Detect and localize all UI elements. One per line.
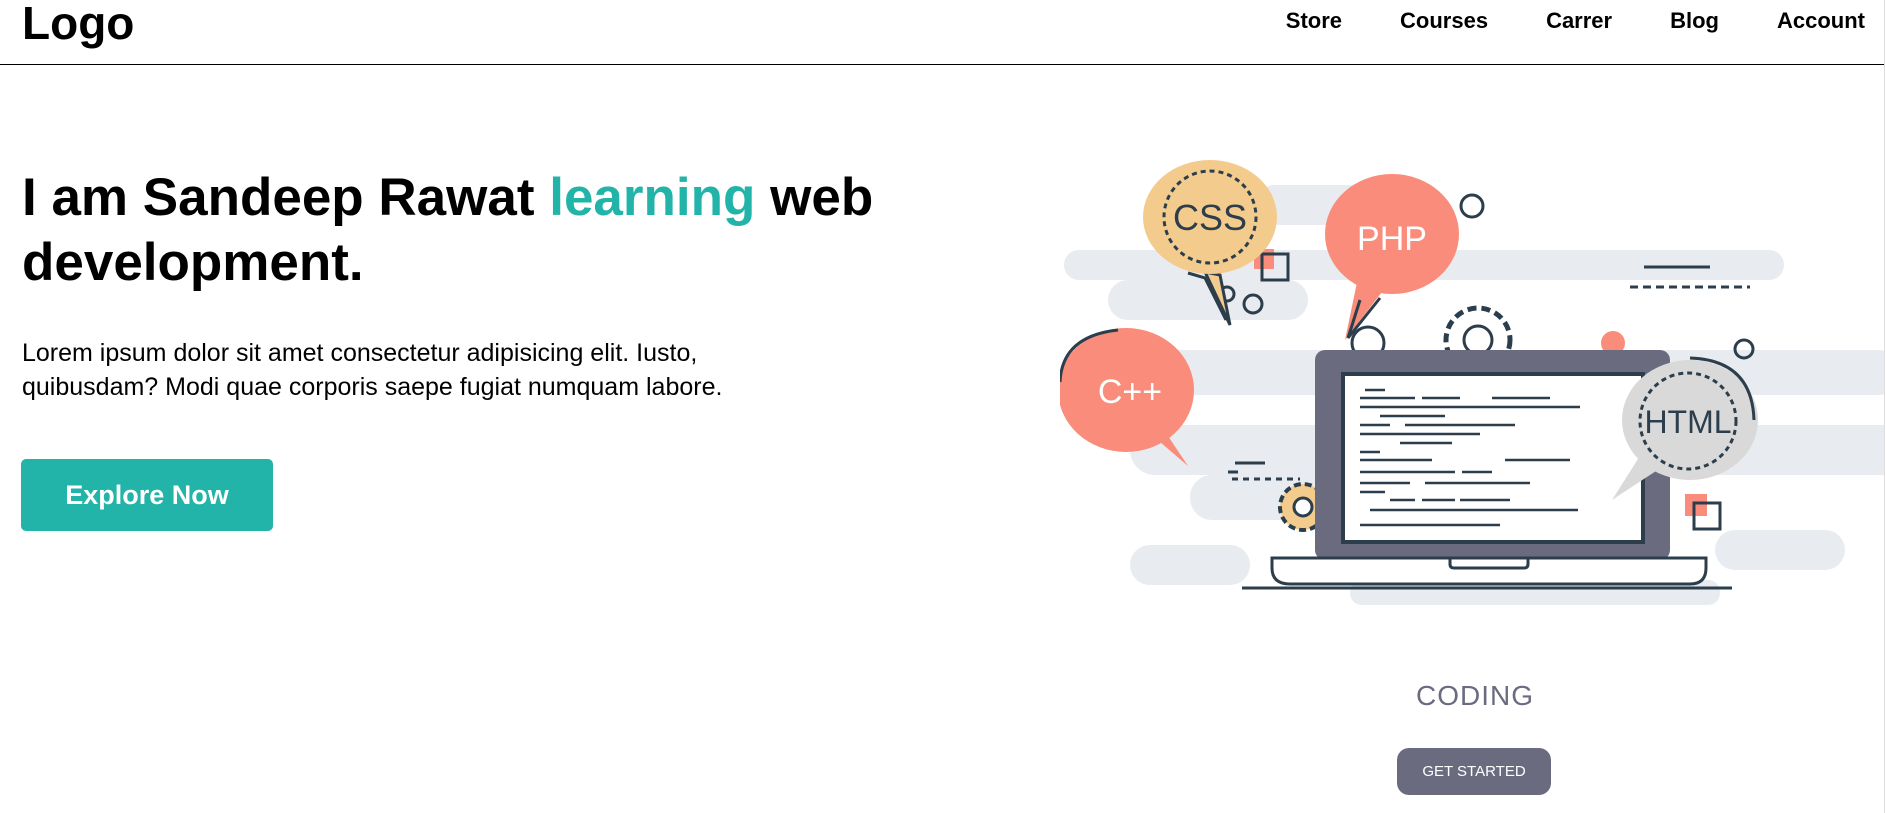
explore-now-button[interactable]: Explore Now [21, 459, 273, 531]
nav-link-courses[interactable]: Courses [1400, 6, 1488, 36]
coding-illustration: CSS PHP C++ HTML [1060, 160, 1885, 605]
nav-link-store[interactable]: Store [1286, 6, 1342, 36]
php-bubble: PHP [1325, 174, 1459, 340]
hero-description: Lorem ipsum dolor sit amet consectetur a… [22, 339, 723, 401]
nav-link-carrer[interactable]: Carrer [1546, 6, 1612, 36]
coding-label: CODING [1416, 680, 1534, 711]
cpp-bubble: C++ [1060, 328, 1194, 466]
get-started-button[interactable]: GET STARTED [1397, 748, 1551, 795]
hero-title-accent: learning [549, 168, 756, 227]
hero-title: I am Sandeep Rawat learning web developm… [22, 165, 982, 295]
bubble-html-text: HTML [1644, 404, 1731, 440]
hero-title-start: I am Sandeep Rawat [22, 168, 550, 227]
logo[interactable]: Logo [22, 0, 134, 46]
bubble-css-text: CSS [1173, 197, 1247, 238]
bubble-php-text: PHP [1357, 220, 1427, 258]
nav-links: Store Courses Carrer Blog Account [1286, 6, 1865, 36]
nav-link-account[interactable]: Account [1777, 6, 1865, 36]
bubble-cpp-text: C++ [1098, 373, 1162, 411]
navbar: Logo Store Courses Carrer Blog Account [0, 0, 1885, 65]
nav-link-blog[interactable]: Blog [1670, 6, 1719, 36]
